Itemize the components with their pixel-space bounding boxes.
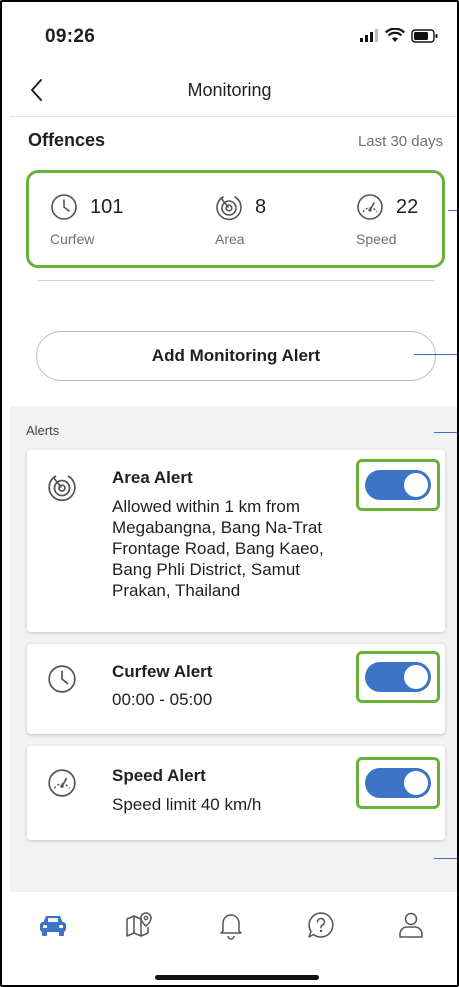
toggle-knob	[404, 665, 428, 689]
alert-title: Curfew Alert	[112, 662, 213, 681]
annotation-line	[448, 210, 459, 211]
header-divider	[10, 116, 455, 117]
stat-speed-count: 22	[396, 195, 419, 218]
annotation-line	[434, 432, 459, 433]
toggle-knob	[404, 771, 428, 795]
alerts-label: Alerts	[26, 423, 60, 438]
stat-speed[interactable]: 22 Speed	[356, 193, 418, 247]
speedometer-icon	[48, 769, 76, 797]
stat-curfew-count: 101	[90, 195, 124, 218]
home-indicator	[155, 975, 319, 980]
status-bar: 09:26	[0, 0, 459, 64]
battery-icon	[411, 28, 438, 43]
stat-area[interactable]: 8 Area	[215, 193, 267, 248]
annotation-line	[434, 858, 459, 859]
car-icon[interactable]	[37, 910, 69, 940]
alert-title: Speed Alert	[112, 766, 206, 785]
alert-description: 00:00 - 05:00	[112, 690, 213, 709]
alert-toggle-area[interactable]	[356, 459, 440, 511]
annotation-line	[414, 354, 459, 355]
section-divider	[38, 280, 434, 281]
bell-icon[interactable]	[215, 910, 247, 940]
nav-header: Monitoring	[0, 64, 459, 118]
stat-area-label: Area	[215, 231, 245, 247]
wifi-icon	[385, 28, 405, 42]
clock-icon	[51, 194, 77, 220]
stat-speed-label: Speed	[356, 231, 397, 247]
stat-area-count: 8	[255, 195, 267, 218]
alert-description: Allowed within 1 km from Megabangna, Ban…	[112, 497, 324, 600]
stat-curfew[interactable]: 101 Curfew	[50, 193, 123, 247]
help-icon[interactable]	[305, 910, 337, 940]
profile-icon[interactable]	[395, 910, 427, 940]
offences-range: Last 30 days	[357, 133, 443, 150]
page-title: Monitoring	[187, 80, 272, 100]
signal-icon	[360, 28, 378, 42]
bottom-tab-bar	[0, 892, 459, 952]
toggle-knob	[404, 473, 428, 497]
alert-card-area[interactable]: Area Alert Allowed within 1 km from Mega…	[27, 450, 445, 632]
toggle-switch[interactable]	[365, 470, 431, 500]
toggle-switch[interactable]	[365, 662, 431, 692]
offences-summary[interactable]: 101 Curfew 8 Area 22 Speed	[26, 170, 445, 268]
alert-description: Speed limit 40 km/h	[112, 795, 262, 814]
map-pin-icon[interactable]	[123, 910, 155, 940]
clock-icon	[48, 665, 76, 693]
alerts-section: Alerts Area Alert Allowed within 1 km fr…	[10, 406, 459, 892]
speedometer-icon	[357, 194, 383, 220]
status-icons	[359, 28, 439, 43]
status-time: 09:26	[45, 26, 96, 47]
stat-curfew-label: Curfew	[50, 231, 95, 247]
area-target-icon	[48, 475, 76, 502]
alert-title: Area Alert	[112, 468, 193, 487]
alert-toggle-curfew[interactable]	[356, 651, 440, 703]
area-target-icon	[216, 196, 242, 221]
toggle-switch[interactable]	[365, 768, 431, 798]
add-monitoring-alert-button[interactable]: Add Monitoring Alert	[36, 331, 436, 381]
alert-card-curfew[interactable]: Curfew Alert 00:00 - 05:00	[27, 644, 445, 734]
offences-title: Offences	[28, 130, 106, 150]
alert-toggle-speed[interactable]	[356, 757, 440, 809]
alert-card-speed[interactable]: Speed Alert Speed limit 40 km/h	[27, 746, 445, 840]
